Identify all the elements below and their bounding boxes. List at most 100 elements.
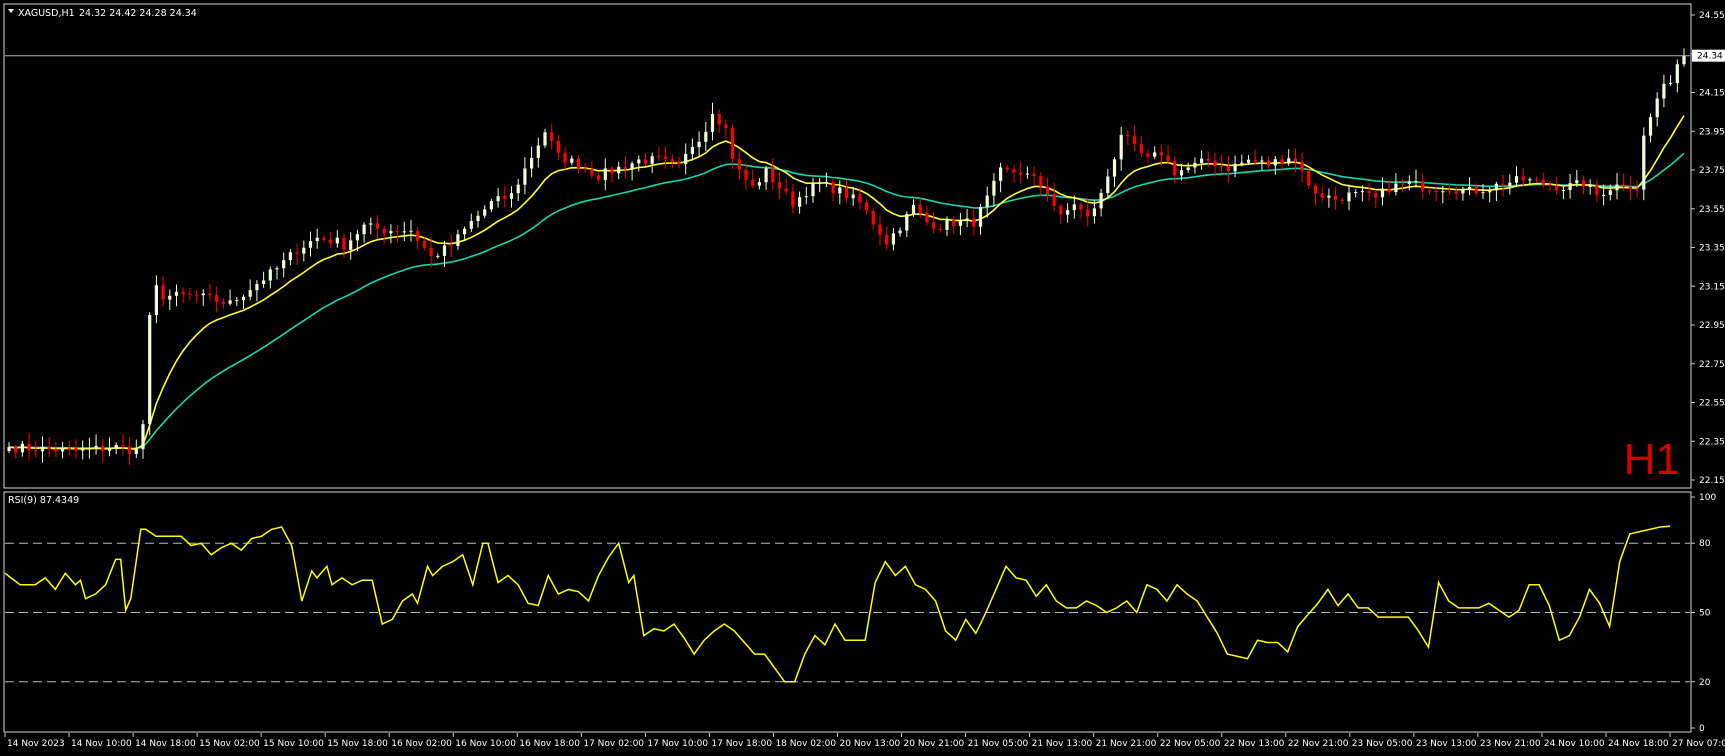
candle-body bbox=[1508, 182, 1512, 187]
price-tick-label: 24.15 bbox=[1699, 89, 1725, 99]
candle-body bbox=[496, 196, 500, 202]
rsi-tick-label: 100 bbox=[1699, 493, 1716, 503]
time-tick-label: 18 Nov 02:00 bbox=[775, 739, 836, 749]
candle-body bbox=[1648, 117, 1653, 136]
candle-body bbox=[1655, 98, 1659, 118]
candle-body bbox=[1159, 152, 1163, 156]
candle-body bbox=[831, 182, 835, 194]
candle-body bbox=[94, 445, 98, 449]
time-tick-label: 21 Nov 13:00 bbox=[1032, 739, 1093, 749]
candle bbox=[1642, 127, 1646, 201]
time-tick-label: 23 Nov 13:00 bbox=[1416, 739, 1477, 749]
candle-body bbox=[1260, 160, 1264, 162]
candle-body bbox=[1300, 161, 1304, 171]
candle-body bbox=[530, 157, 534, 169]
candle-body bbox=[1675, 64, 1679, 84]
candle-body bbox=[570, 158, 574, 163]
candle-body bbox=[630, 163, 634, 169]
candle-body bbox=[27, 443, 31, 451]
price-tick-label: 22.15 bbox=[1699, 476, 1725, 486]
candle-body bbox=[643, 159, 648, 164]
candle-body bbox=[1401, 183, 1405, 185]
candle-body bbox=[282, 260, 286, 269]
candle-body bbox=[1072, 204, 1076, 211]
candle-body bbox=[717, 114, 721, 125]
trading-chart[interactable]: XAGUSD,H1 24.32 24.42 24.28 24.34 H1 24.… bbox=[0, 0, 1725, 756]
candle-body bbox=[409, 230, 413, 232]
price-tick-label: 22.95 bbox=[1699, 321, 1725, 331]
candle-body bbox=[784, 188, 788, 192]
candle-body bbox=[322, 237, 326, 240]
time-tick-label: 16 Nov 02:00 bbox=[391, 739, 452, 749]
time-tick-label: 22 Nov 21:00 bbox=[1288, 739, 1349, 749]
candle-body bbox=[697, 141, 701, 147]
time-tick-label: 21 Nov 21:00 bbox=[1096, 739, 1157, 749]
candle-body bbox=[1488, 190, 1492, 193]
candle-body bbox=[1200, 158, 1204, 163]
candle-body bbox=[818, 182, 822, 184]
candle-body bbox=[1079, 204, 1083, 210]
price-tick-label: 23.75 bbox=[1699, 166, 1725, 176]
candle-body bbox=[737, 159, 741, 170]
candle-body bbox=[275, 268, 279, 270]
candle-body bbox=[664, 156, 668, 160]
candle-body bbox=[1407, 181, 1411, 184]
candle-body bbox=[925, 212, 929, 223]
candle-body bbox=[972, 218, 976, 227]
time-tick-label: 16 Nov 18:00 bbox=[519, 739, 580, 749]
candle-body bbox=[1246, 159, 1251, 163]
candle-body bbox=[1354, 192, 1358, 194]
candle-body bbox=[302, 247, 306, 254]
candle-body bbox=[1307, 170, 1311, 186]
time-tick-label: 16 Nov 10:00 bbox=[455, 739, 516, 749]
candle-body bbox=[1514, 176, 1519, 183]
candle-body bbox=[1267, 160, 1271, 166]
candle-body bbox=[463, 228, 467, 235]
candle-body bbox=[436, 255, 440, 257]
candle-body bbox=[241, 296, 246, 301]
candle-body bbox=[235, 300, 239, 302]
candle-body bbox=[1086, 209, 1090, 217]
candle-body bbox=[1293, 158, 1297, 162]
time-tick-label: 15 Nov 10:00 bbox=[263, 739, 324, 749]
time-tick-label: 21 Nov 05:00 bbox=[968, 739, 1029, 749]
candle-body bbox=[1025, 173, 1029, 175]
candle-body bbox=[751, 179, 755, 186]
candle-body bbox=[362, 224, 366, 235]
candle-body bbox=[1682, 55, 1686, 65]
candle-body bbox=[349, 240, 353, 250]
candle-body bbox=[978, 206, 983, 227]
time-tick-label: 22 Nov 05:00 bbox=[1160, 739, 1221, 749]
candle-body bbox=[1635, 189, 1639, 191]
candle-body bbox=[1642, 135, 1646, 190]
candle-body bbox=[523, 168, 527, 185]
candle-body bbox=[590, 168, 594, 176]
candle-body bbox=[1320, 193, 1324, 198]
candle-body bbox=[174, 291, 179, 296]
candle-body bbox=[201, 293, 205, 296]
candle-body bbox=[449, 245, 453, 247]
candle-body bbox=[771, 168, 775, 183]
candle-body bbox=[74, 448, 78, 451]
candle-body bbox=[844, 187, 849, 199]
candle-body bbox=[610, 168, 614, 174]
candle-body bbox=[1468, 186, 1472, 190]
candle-body bbox=[1099, 193, 1103, 209]
candle-body bbox=[20, 443, 24, 453]
candle-body bbox=[650, 156, 654, 164]
candle-body bbox=[1581, 180, 1586, 187]
time-tick-label: 15 Nov 02:00 bbox=[199, 739, 260, 749]
rsi-header: RSI(9) 87.4349 bbox=[8, 495, 79, 506]
candle-body bbox=[958, 220, 962, 226]
candle-body bbox=[141, 424, 145, 450]
candle-body bbox=[154, 285, 158, 316]
price-tick-label: 22.55 bbox=[1699, 399, 1725, 409]
price-tick-label: 22.75 bbox=[1699, 360, 1725, 370]
candle-body bbox=[1139, 143, 1143, 154]
candle-body bbox=[248, 290, 252, 297]
candle-body bbox=[369, 223, 373, 225]
candle-body bbox=[134, 449, 138, 454]
candle-body bbox=[61, 447, 65, 452]
main-symbol-label: XAGUSD,H1 bbox=[18, 8, 75, 19]
candle-body bbox=[1313, 185, 1318, 194]
